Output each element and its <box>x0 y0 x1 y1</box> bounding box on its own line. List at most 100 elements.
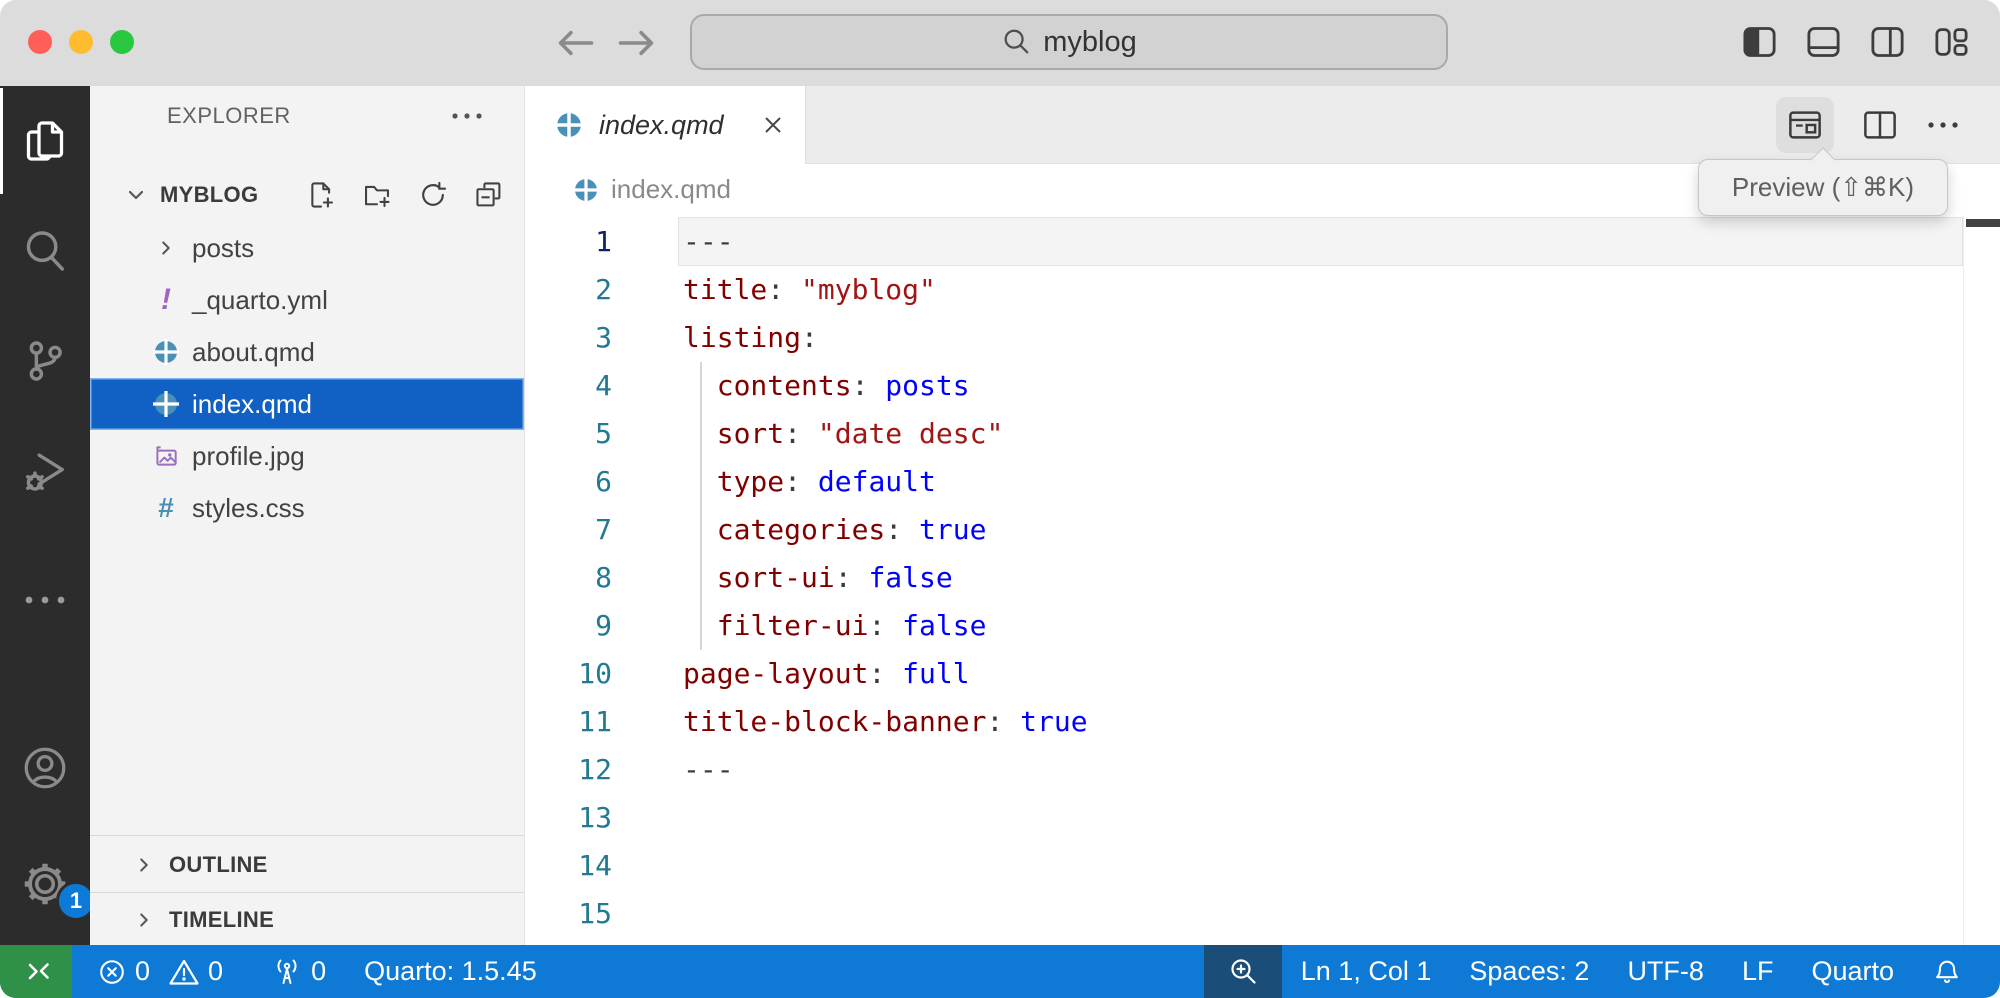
toggle-sidebar-icon[interactable] <box>1741 24 1778 60</box>
code-line-5: sort: "date desc" <box>683 410 1003 458</box>
run-and-debug-icon[interactable] <box>22 448 68 494</box>
overview-ruler-cursor-mark <box>1966 219 2000 227</box>
code-line-3: listing: <box>683 314 818 362</box>
chevron-right-icon <box>133 854 155 876</box>
zoom-window-button[interactable] <box>110 30 134 54</box>
line-number: 3 <box>525 314 612 362</box>
accounts-icon[interactable] <box>21 744 69 792</box>
editor-more-actions-icon[interactable] <box>1926 120 1960 130</box>
new-file-icon[interactable] <box>306 180 336 210</box>
indentation-status[interactable]: Spaces: 2 <box>1469 956 1589 987</box>
code-line-8: sort-ui: false <box>683 554 953 602</box>
close-tab-icon[interactable] <box>761 113 785 137</box>
toggle-secondary-sidebar-icon[interactable] <box>1869 24 1906 60</box>
line-number: 11 <box>525 698 612 746</box>
file-label: about.qmd <box>192 337 315 368</box>
quarto-icon <box>148 339 184 365</box>
split-editor-icon[interactable] <box>1862 108 1898 142</box>
back-arrow-icon[interactable] <box>553 25 597 61</box>
file-item-profile.jpg[interactable]: profile.jpg <box>90 430 524 482</box>
file-item-styles.css[interactable]: #styles.css <box>90 482 524 534</box>
code-pane[interactable]: 1---2title: "myblog"3listing:4 contents:… <box>525 215 2000 945</box>
file-label: index.qmd <box>192 389 312 420</box>
zoom-in-icon <box>1227 956 1259 988</box>
line-number: 15 <box>525 890 612 938</box>
encoding-status[interactable]: UTF-8 <box>1627 956 1704 987</box>
ports-status[interactable]: 0 <box>271 956 326 988</box>
toggle-panel-icon[interactable] <box>1805 24 1842 60</box>
close-window-button[interactable] <box>28 30 52 54</box>
refresh-icon[interactable] <box>418 180 448 210</box>
problems-status[interactable]: 0 0 <box>97 956 223 987</box>
chevron-down-icon <box>124 183 148 207</box>
file-label: posts <box>192 233 254 264</box>
quarto-icon <box>573 177 599 203</box>
file-list: posts !_quarto.yml about.qmd index.qmd profi… <box>90 222 524 534</box>
quarto-icon <box>555 111 583 139</box>
preview-icon <box>1787 108 1823 142</box>
tab-bar: index.qmd <box>525 86 2000 164</box>
forward-arrow-icon[interactable] <box>615 25 659 61</box>
remote-indicator[interactable] <box>0 945 72 998</box>
command-center-search[interactable]: myblog <box>690 14 1448 70</box>
minimize-window-button[interactable] <box>69 30 93 54</box>
language-mode-status[interactable]: Quarto <box>1811 956 1894 987</box>
file-item-_quarto.yml[interactable]: !_quarto.yml <box>90 274 524 326</box>
sidebar-more-actions-icon[interactable] <box>450 111 484 121</box>
eol-status[interactable]: LF <box>1742 956 1774 987</box>
warning-count: 0 <box>208 956 223 987</box>
error-icon <box>97 957 127 987</box>
ports-count: 0 <box>311 956 326 987</box>
code-line-12: --- <box>683 746 734 794</box>
search-value: myblog <box>1043 26 1137 59</box>
search-icon <box>1001 27 1031 57</box>
sidebar-header: EXPLORER <box>90 86 524 146</box>
quarto-version-status[interactable]: Quarto: 1.5.45 <box>364 956 537 987</box>
outline-panel-label: OUTLINE <box>169 852 268 878</box>
file-item-index.qmd[interactable]: index.qmd <box>90 378 524 430</box>
line-number: 7 <box>525 506 612 554</box>
more-views-icon[interactable] <box>22 593 68 607</box>
current-line-highlight <box>678 217 1963 266</box>
tooltip-text: Preview (⇧⌘K) <box>1732 172 1914 203</box>
line-number: 8 <box>525 554 612 602</box>
chevron-right-icon <box>148 237 184 259</box>
folder-name: MYBLOG <box>160 182 258 208</box>
activity-bar: 1 <box>0 86 90 945</box>
file-label: styles.css <box>192 493 305 524</box>
explorer-sidebar: EXPLORER MYBLOG <box>90 86 525 945</box>
status-bar: 0 0 0 Quarto: 1.5.45 Ln 1, Col 1 Spaces:… <box>0 945 2000 998</box>
timeline-panel-label: TIMELINE <box>169 907 274 933</box>
timeline-panel-header[interactable]: TIMELINE <box>90 892 524 946</box>
preview-tooltip: Preview (⇧⌘K) <box>1698 159 1948 216</box>
error-count: 0 <box>135 956 150 987</box>
code-line-2: title: "myblog" <box>683 266 936 314</box>
bell-icon[interactable] <box>1932 956 1962 988</box>
file-item-posts[interactable]: posts <box>90 222 524 274</box>
zoom-button[interactable] <box>1204 945 1282 998</box>
vscode-window: myblog <box>0 0 2000 998</box>
tab-label: index.qmd <box>599 110 724 141</box>
cursor-position-status[interactable]: Ln 1, Col 1 <box>1301 956 1432 987</box>
preview-button[interactable] <box>1776 97 1834 153</box>
quarto-icon <box>148 391 184 417</box>
outline-panel-header[interactable]: OUTLINE <box>90 835 524 893</box>
code-line-9: filter-ui: false <box>683 602 986 650</box>
line-number: 4 <box>525 362 612 410</box>
search-view-icon[interactable] <box>22 228 68 274</box>
code-line-7: categories: true <box>683 506 986 554</box>
source-control-icon[interactable] <box>22 338 68 384</box>
explorer-icon[interactable] <box>21 117 69 165</box>
file-item-about.qmd[interactable]: about.qmd <box>90 326 524 378</box>
customize-layout-icon[interactable] <box>1933 24 1970 60</box>
new-folder-icon[interactable] <box>362 180 392 210</box>
tab-index-qmd[interactable]: index.qmd <box>525 86 806 164</box>
line-number: 6 <box>525 458 612 506</box>
line-number: 2 <box>525 266 612 314</box>
image-icon <box>148 442 184 470</box>
folder-section-header[interactable]: MYBLOG <box>90 172 524 218</box>
collapse-all-icon[interactable] <box>474 180 504 210</box>
broadcast-icon <box>271 956 303 988</box>
line-number: 5 <box>525 410 612 458</box>
breadcrumb-item: index.qmd <box>611 174 731 205</box>
